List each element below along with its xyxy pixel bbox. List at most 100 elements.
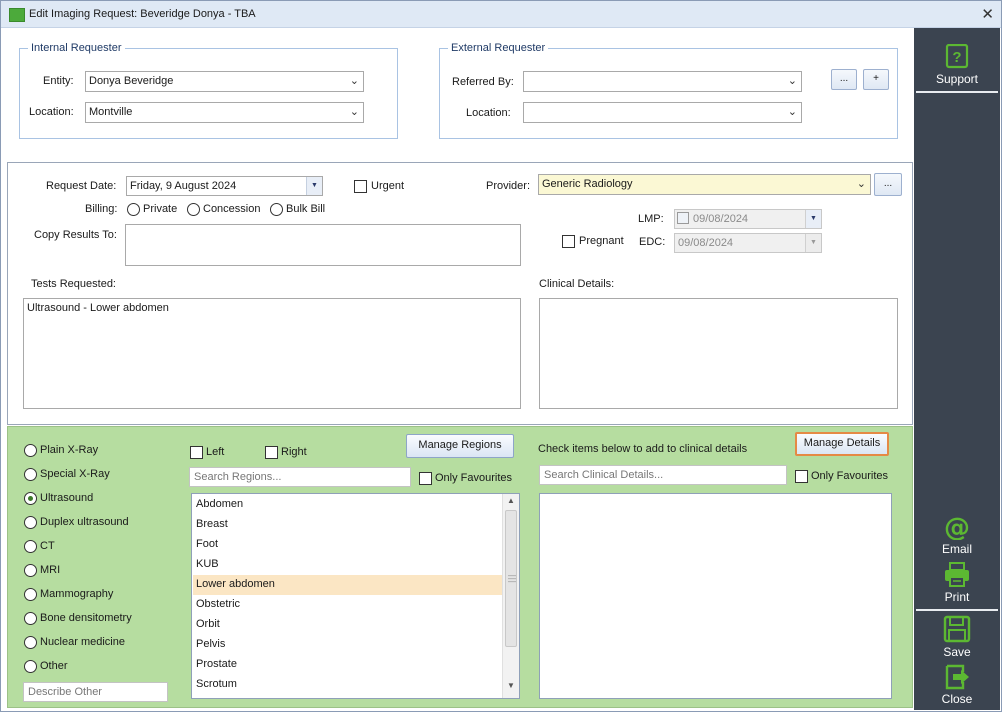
- email-label: Email: [941, 542, 972, 556]
- modality-plain-xray-radio[interactable]: [24, 444, 37, 457]
- list-item[interactable]: Breast: [193, 515, 502, 535]
- modality-other-label: Other: [40, 660, 68, 672]
- email-button[interactable]: @ Email: [914, 514, 1000, 556]
- lmp-enable-checkbox[interactable]: [677, 212, 689, 224]
- modality-ct-label: CT: [40, 540, 55, 552]
- svg-text:?: ?: [952, 49, 961, 66]
- save-button[interactable]: Save: [914, 615, 1000, 659]
- action-sidebar: ? Support @ Email Print Save Close: [914, 28, 1000, 710]
- manage-details-button[interactable]: Manage Details: [795, 432, 889, 456]
- search-clinical-details-input[interactable]: Search Clinical Details...: [539, 465, 787, 485]
- copy-results-field[interactable]: [125, 224, 521, 266]
- list-item[interactable]: Abdomen: [193, 495, 502, 515]
- regions-only-favourites-checkbox[interactable]: [419, 472, 432, 485]
- regions-scrollbar[interactable]: ▲ — — — ▼: [502, 494, 519, 698]
- close-window-button[interactable]: ✕: [981, 5, 994, 23]
- clinical-details-field[interactable]: [539, 298, 898, 409]
- modality-bone-densitometry-radio[interactable]: [24, 612, 37, 625]
- referred-by-browse-button[interactable]: ...: [831, 69, 857, 90]
- pregnant-checkbox[interactable]: [562, 235, 575, 248]
- lmp-label: LMP:: [638, 213, 664, 225]
- close-button[interactable]: Close: [914, 664, 1000, 706]
- referred-by-select[interactable]: ⌄: [523, 71, 802, 92]
- tests-requested-field[interactable]: Ultrasound - Lower abdomen: [23, 298, 521, 409]
- provider-select[interactable]: Generic Radiology ⌄: [538, 174, 871, 195]
- edc-value: 09/08/2024: [678, 237, 734, 249]
- print-button[interactable]: Print: [914, 562, 1000, 604]
- regions-list[interactable]: Abdomen Breast Foot KUB Lower abdomen Ob…: [191, 493, 520, 699]
- right-checkbox[interactable]: [265, 446, 278, 459]
- urgent-checkbox[interactable]: [354, 180, 367, 193]
- tests-requested-label: Tests Requested:: [31, 278, 116, 290]
- svg-text:@: @: [944, 514, 970, 540]
- scroll-up-icon[interactable]: ▲: [503, 496, 519, 511]
- left-label: Left: [206, 446, 225, 458]
- grip-icon: — — —: [508, 571, 516, 586]
- list-item[interactable]: Orbit: [193, 615, 502, 635]
- modality-other-radio[interactable]: [24, 660, 37, 673]
- external-location-select[interactable]: ⌄: [523, 102, 802, 123]
- title-bar: Edit Imaging Request: Beveridge Donya - …: [1, 1, 1001, 28]
- calendar-dropdown-icon: ▼: [805, 234, 821, 252]
- modality-duplex-ultrasound-radio[interactable]: [24, 516, 37, 529]
- list-item[interactable]: Prostate: [193, 655, 502, 675]
- request-date-picker[interactable]: Friday, 9 August 2024 ▼: [126, 176, 323, 196]
- provider-browse-button[interactable]: ...: [874, 173, 902, 196]
- referred-by-label: Referred By:: [452, 76, 514, 88]
- left-checkbox[interactable]: [190, 446, 203, 459]
- internal-requester-group: Internal Requester: [19, 42, 398, 139]
- entity-select[interactable]: Donya Beveridge ⌄: [85, 71, 364, 92]
- list-item[interactable]: Obstetric: [193, 595, 502, 615]
- app-icon: [9, 8, 25, 22]
- scroll-down-icon[interactable]: ▼: [503, 681, 519, 696]
- support-button[interactable]: ? Support: [914, 44, 1000, 86]
- entity-value: Donya Beveridge: [89, 75, 174, 87]
- clinical-details-label: Clinical Details:: [539, 278, 615, 290]
- modality-ultrasound-radio[interactable]: [24, 492, 37, 505]
- provider-value: Generic Radiology: [542, 178, 633, 190]
- modality-mammography-radio[interactable]: [24, 588, 37, 601]
- referred-by-add-button[interactable]: +: [863, 69, 889, 90]
- clinical-instruction-text: Check items below to add to clinical det…: [538, 443, 748, 455]
- list-item-selected[interactable]: Lower abdomen: [193, 575, 502, 595]
- right-label: Right: [281, 446, 307, 458]
- regions-only-favourites-label: Only Favourites: [435, 472, 513, 484]
- manage-regions-button[interactable]: Manage Regions: [406, 434, 514, 458]
- window-title: Edit Imaging Request: Beveridge Donya - …: [29, 8, 256, 20]
- calendar-dropdown-icon[interactable]: ▼: [805, 210, 821, 228]
- clinical-details-list[interactable]: [539, 493, 892, 699]
- modality-ct-radio[interactable]: [24, 540, 37, 553]
- modality-nuclear-medicine-radio[interactable]: [24, 636, 37, 649]
- pregnant-label: Pregnant: [579, 235, 624, 247]
- scrollbar-thumb[interactable]: — — —: [505, 510, 517, 647]
- search-regions-input[interactable]: Search Regions...: [189, 467, 411, 487]
- chevron-down-icon: ⌄: [856, 178, 866, 190]
- internal-location-label: Location:: [29, 106, 74, 118]
- urgent-label: Urgent: [371, 180, 405, 192]
- list-item[interactable]: Scrotum: [193, 675, 502, 695]
- modality-special-xray-radio[interactable]: [24, 468, 37, 481]
- copy-results-label: Copy Results To:: [34, 229, 117, 241]
- list-item[interactable]: KUB: [193, 555, 502, 575]
- modality-plain-xray-label: Plain X-Ray: [40, 444, 99, 456]
- list-item[interactable]: Pelvis: [193, 635, 502, 655]
- modality-nuclear-medicine-label: Nuclear medicine: [40, 636, 125, 648]
- billing-private-radio[interactable]: [127, 203, 140, 216]
- lmp-date-picker[interactable]: 09/08/2024 ▼: [674, 209, 822, 229]
- modality-mri-radio[interactable]: [24, 564, 37, 577]
- details-only-favourites-label: Only Favourites: [811, 470, 889, 482]
- billing-bulk-bill-radio[interactable]: [270, 203, 283, 216]
- radio-selected-dot: [28, 496, 33, 501]
- list-item[interactable]: Foot: [193, 535, 502, 555]
- details-only-favourites-checkbox[interactable]: [795, 470, 808, 483]
- floppy-disk-icon: [943, 615, 971, 643]
- support-label: Support: [935, 72, 979, 86]
- billing-concession-radio[interactable]: [187, 203, 200, 216]
- internal-location-select[interactable]: Montville ⌄: [85, 102, 364, 123]
- describe-other-input[interactable]: Describe Other: [23, 682, 168, 702]
- internal-location-value: Montville: [89, 106, 133, 118]
- provider-label: Provider:: [486, 180, 531, 192]
- calendar-dropdown-icon[interactable]: ▼: [306, 177, 322, 195]
- modality-duplex-ultrasound-label: Duplex ultrasound: [40, 516, 129, 528]
- edc-date-picker: 09/08/2024 ▼: [674, 233, 822, 253]
